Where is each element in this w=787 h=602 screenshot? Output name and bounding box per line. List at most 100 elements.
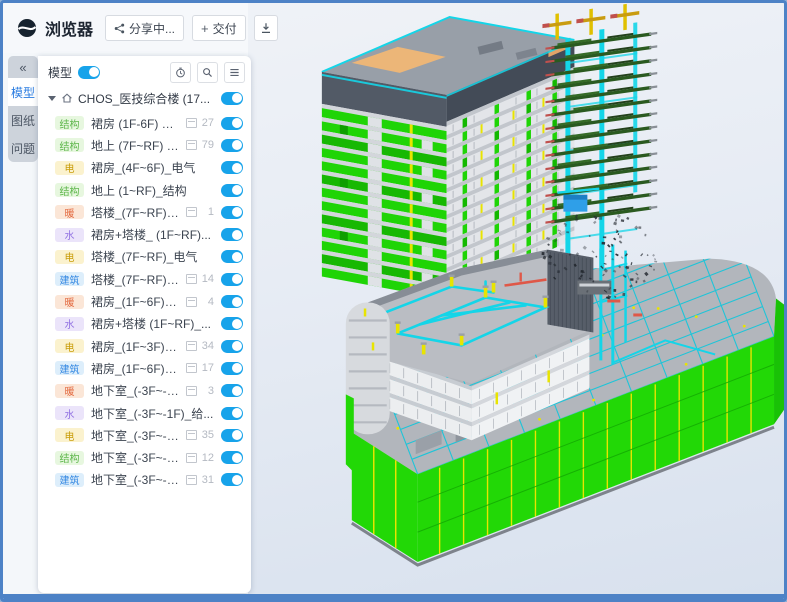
model-part-name: 裙房_(1F~6F)_建筑 [91, 360, 179, 377]
visibility-toggle[interactable] [221, 429, 243, 442]
visibility-toggle[interactable] [221, 295, 243, 308]
model-part-name: 裙房+塔楼_ (1F~RF)... [91, 226, 214, 243]
expand-caret-icon[interactable] [48, 96, 56, 101]
tree-row[interactable]: 结构地上 (1~RF)_结构 [38, 179, 251, 201]
tree-row[interactable]: 暖塔楼_(7F~RF)_暖通1 [38, 201, 251, 223]
deliver-button[interactable]: + 交付 [192, 15, 246, 41]
views-count: 1 [200, 206, 214, 218]
discipline-tag: 电 [55, 250, 84, 264]
visibility-toggle[interactable] [221, 451, 243, 464]
tree-row[interactable]: 建筑地下室_(-3F~-1F)_建筑31 [38, 469, 251, 491]
visibility-toggle[interactable] [221, 384, 243, 397]
discipline-tag: 建筑 [55, 361, 84, 375]
model-part-name: 裙房_(1F~6F)_暖通 [91, 293, 179, 310]
views-badge-icon [186, 140, 197, 150]
views-count: 17 [200, 362, 214, 374]
model-part-name: 地下室_(-3F~-1F)_电气 [91, 427, 179, 444]
tree-row[interactable]: 电裙房_(1F~3F)_电气34 [38, 335, 251, 357]
views-badge: 35 [186, 429, 214, 441]
tree-row[interactable]: 水裙房+塔楼_ (1F~RF)... [38, 223, 251, 245]
root-visibility-toggle[interactable] [221, 92, 243, 105]
views-count: 31 [200, 474, 214, 486]
discipline-tag: 暖 [55, 205, 84, 219]
discipline-tag: 水 [55, 406, 84, 420]
model-part-name: 地上 (7F~RF) _结构... [91, 137, 179, 154]
visibility-toggle[interactable] [221, 340, 243, 353]
views-badge: 4 [186, 296, 214, 308]
discipline-tag: 暖 [55, 295, 84, 309]
sidebar-tab-issues[interactable]: 问题 [8, 134, 38, 162]
tree-row[interactable]: 电地下室_(-3F~-1F)_电气 35 [38, 424, 251, 446]
visibility-toggle[interactable] [221, 273, 243, 286]
search-icon [202, 67, 213, 78]
collapse-panel-button[interactable]: « [8, 56, 38, 78]
tree-root-node[interactable]: CHOS_医技综合楼 (17... [38, 86, 251, 110]
model-part-name: 裙房_(4F~6F)_电气 [91, 159, 214, 176]
views-badge: 31 [186, 474, 214, 486]
deliver-label: 交付 [213, 20, 237, 37]
share-button[interactable]: 分享中... [105, 15, 184, 41]
collapse-icon: « [19, 60, 26, 75]
model-part-name: 裙房+塔楼 (1F~RF)_... [91, 315, 214, 332]
home-icon [61, 92, 73, 104]
views-badge: 1 [186, 206, 214, 218]
app-window: 浏览器 分享中... + 交付 « 模型图纸问题 [0, 0, 787, 602]
visibility-toggle[interactable] [221, 139, 243, 152]
model-part-name: 地下室_(-3F~-1F)_暖通 [91, 382, 179, 399]
visibility-toggle[interactable] [221, 250, 243, 263]
discipline-tag: 暖 [55, 384, 84, 398]
menu-button[interactable] [224, 62, 245, 83]
panel-title: 模型 [48, 64, 72, 81]
sidebar-tabstrip: « 模型图纸问题 [8, 56, 38, 162]
history-icon [175, 67, 186, 78]
model-3d-view[interactable] [248, 3, 784, 596]
tree-row[interactable]: 结构裙房 (1F-6F) _结构...27 [38, 112, 251, 134]
visibility-toggle[interactable] [221, 117, 243, 130]
views-badge: 27 [186, 117, 214, 129]
views-badge-icon [186, 386, 197, 396]
visibility-toggle[interactable] [221, 362, 243, 375]
model-viewport[interactable] [248, 3, 784, 596]
views-badge-icon [186, 341, 197, 351]
plus-icon: + [201, 22, 209, 35]
sidebar-tab-model[interactable]: 模型 [8, 78, 38, 106]
download-button[interactable] [254, 15, 278, 41]
tree-row[interactable]: 暖地下室_(-3F~-1F)_暖通3 [38, 380, 251, 402]
visibility-toggle[interactable] [221, 473, 243, 486]
tree-row[interactable]: 建筑塔楼_(7F~RF)_建筑14 [38, 268, 251, 290]
discipline-tag: 结构 [55, 116, 84, 130]
tree-row[interactable]: 水裙房+塔楼 (1F~RF)_... [38, 313, 251, 335]
discipline-tag: 电 [55, 339, 84, 353]
tree-row[interactable]: 水地下室_(-3F~-1F)_给... [38, 402, 251, 424]
sidebar-tab-drawings[interactable]: 图纸 [8, 106, 38, 134]
tree-row[interactable]: 电裙房_(4F~6F)_电气 [38, 157, 251, 179]
tree-row[interactable]: 建筑裙房_(1F~6F)_建筑 17 [38, 357, 251, 379]
views-badge-icon [186, 453, 197, 463]
visibility-toggle[interactable] [221, 184, 243, 197]
views-badge: 12 [186, 452, 214, 464]
views-count: 12 [200, 452, 214, 464]
discipline-tag: 水 [55, 228, 84, 242]
discipline-tag: 电 [55, 428, 84, 442]
topbar: 浏览器 分享中... + 交付 [3, 3, 248, 53]
visibility-toggle[interactable] [221, 228, 243, 241]
model-master-toggle[interactable] [78, 66, 100, 79]
tree-row[interactable]: 结构地上 (7F~RF) _结构...79 [38, 134, 251, 156]
root-model-label: CHOS_医技综合楼 (17... [78, 90, 216, 107]
tree-row[interactable]: 结构地下室_(-3F~-1F)_结构12 [38, 446, 251, 468]
tree-row[interactable]: 电塔楼_(7F~RF)_电气 [38, 246, 251, 268]
history-button[interactable] [170, 62, 191, 83]
window-bottom-edge [3, 594, 784, 599]
visibility-toggle[interactable] [221, 407, 243, 420]
visibility-toggle[interactable] [221, 206, 243, 219]
panel-header: 模型 [38, 56, 251, 86]
search-button[interactable] [197, 62, 218, 83]
views-badge-icon [186, 118, 197, 128]
visibility-toggle[interactable] [221, 161, 243, 174]
menu-icon [229, 67, 240, 78]
views-count: 79 [200, 139, 214, 151]
download-icon [260, 22, 272, 34]
discipline-tag: 建筑 [55, 272, 84, 286]
visibility-toggle[interactable] [221, 317, 243, 330]
tree-row[interactable]: 暖裙房_(1F~6F)_暖通 4 [38, 290, 251, 312]
